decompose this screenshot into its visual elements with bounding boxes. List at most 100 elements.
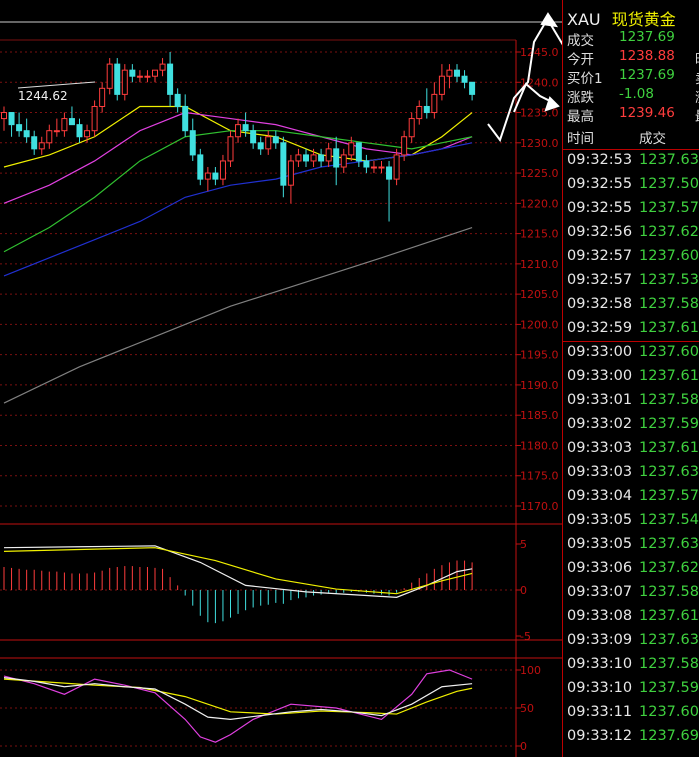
candle-body bbox=[182, 105, 189, 132]
candle-body bbox=[310, 154, 317, 162]
candle-body bbox=[144, 75, 151, 78]
candle-body bbox=[272, 136, 279, 144]
candle-body bbox=[136, 75, 143, 78]
candle-body bbox=[265, 136, 272, 150]
candlestick-series bbox=[1, 52, 476, 222]
tick-time: 09:33:11 bbox=[567, 704, 633, 720]
tick-price: 1237.60 bbox=[639, 344, 699, 360]
candle-body bbox=[363, 160, 370, 168]
candle-body bbox=[174, 93, 181, 107]
candle-body bbox=[454, 69, 460, 77]
tick-price: 1237.58 bbox=[639, 392, 699, 408]
price-tick-label: 1200.0 bbox=[520, 318, 559, 331]
tick-price: 1237.63 bbox=[639, 536, 699, 552]
high-price-annotation: 1244.62 bbox=[18, 89, 68, 103]
tick-price: 1237.63 bbox=[639, 152, 699, 168]
candle-body bbox=[204, 172, 211, 180]
tick-price: 1237.59 bbox=[639, 416, 699, 432]
price-tick-label: 1230.0 bbox=[520, 137, 559, 150]
price-axis: 1245.01240.01235.01230.01225.01220.01215… bbox=[515, 40, 559, 757]
quote-label: 买价1 bbox=[567, 71, 603, 87]
quote-extra-label: 卖 bbox=[695, 67, 699, 87]
candle-body bbox=[386, 166, 393, 180]
candle-body bbox=[68, 118, 75, 126]
tick-price: 1237.59 bbox=[639, 680, 699, 696]
symbol-code: XAU bbox=[567, 10, 601, 29]
tick-time: 09:33:05 bbox=[567, 536, 633, 552]
tick-price: 1237.62 bbox=[639, 560, 699, 576]
candle-body bbox=[227, 136, 234, 162]
candle-body bbox=[303, 154, 309, 162]
tick-time: 09:33:06 bbox=[567, 560, 633, 576]
macd-tick-label: 5 bbox=[520, 538, 527, 551]
tick-price: 1237.58 bbox=[639, 584, 699, 600]
candle-body bbox=[393, 154, 400, 180]
candle-body bbox=[431, 93, 438, 114]
candle-body bbox=[129, 69, 136, 77]
candle-body bbox=[378, 166, 385, 169]
symbol-name: 现货黄金 bbox=[611, 10, 676, 29]
candle-body bbox=[242, 124, 249, 132]
kdj-d-line bbox=[3, 678, 473, 715]
candle-body bbox=[280, 142, 287, 186]
candle-body bbox=[340, 154, 347, 168]
ticks-header-price: 成交 bbox=[639, 131, 666, 147]
tick-price: 1237.60 bbox=[639, 704, 699, 720]
candle-body bbox=[159, 63, 166, 71]
tick-time: 09:33:07 bbox=[567, 584, 633, 600]
candle-body bbox=[99, 87, 106, 107]
candle-body bbox=[197, 154, 204, 180]
candle-body bbox=[235, 124, 242, 138]
tick-time: 09:32:53 bbox=[567, 152, 633, 168]
tick-price: 1237.58 bbox=[639, 656, 699, 672]
candle-body bbox=[121, 69, 128, 95]
ticks-divider bbox=[563, 149, 699, 150]
candle-body bbox=[114, 63, 121, 95]
candle-body bbox=[189, 130, 196, 156]
candle-body bbox=[53, 130, 60, 133]
tick-time: 09:33:00 bbox=[567, 344, 633, 360]
candle-body bbox=[84, 130, 91, 138]
chart-area[interactable]: 1245.01240.01235.01230.01225.01220.01215… bbox=[0, 0, 562, 757]
quote-value: 1238.88 bbox=[619, 48, 675, 64]
tick-time: 09:33:03 bbox=[567, 464, 633, 480]
quote-label: 今开 bbox=[567, 52, 594, 68]
candle-body bbox=[408, 118, 415, 138]
tick-price: 1237.63 bbox=[639, 464, 699, 480]
ma-line bbox=[3, 142, 473, 277]
quote-value: 1237.69 bbox=[619, 67, 675, 83]
tick-price: 1237.50 bbox=[639, 176, 699, 192]
tick-time: 09:32:56 bbox=[567, 224, 633, 240]
candle-body bbox=[325, 148, 332, 162]
macd-panel: 5 0 -5 bbox=[0, 538, 531, 643]
candle-body bbox=[1, 112, 7, 120]
symbol-header: XAU 现货黄金 bbox=[567, 6, 676, 30]
quote-value: -1.08 bbox=[619, 86, 654, 102]
macd-tick-label: 0 bbox=[520, 584, 527, 597]
kdj-j-line bbox=[3, 669, 473, 743]
tick-price: 1237.61 bbox=[639, 440, 699, 456]
price-tick-label: 1185.0 bbox=[520, 409, 559, 422]
tick-time: 09:33:02 bbox=[567, 416, 633, 432]
candle-body bbox=[355, 142, 362, 162]
candle-body bbox=[401, 136, 408, 156]
price-tick-label: 1170.0 bbox=[520, 500, 559, 513]
tick-time: 09:33:01 bbox=[567, 392, 633, 408]
quote-extra-label: 最 bbox=[695, 105, 699, 125]
candle-body bbox=[318, 154, 325, 162]
candle-body bbox=[76, 124, 83, 138]
tick-price: 1237.58 bbox=[639, 296, 699, 312]
tick-time: 09:33:05 bbox=[567, 512, 633, 528]
tick-price: 1237.54 bbox=[639, 512, 699, 528]
price-tick-label: 1190.0 bbox=[520, 379, 559, 392]
candle-body bbox=[446, 69, 453, 77]
tick-price: 1237.53 bbox=[639, 272, 699, 288]
tick-time: 09:33:10 bbox=[567, 656, 633, 672]
candle-body bbox=[438, 75, 445, 95]
quote-extra-label: 昨 bbox=[695, 48, 699, 68]
price-tick-label: 1215.0 bbox=[520, 228, 559, 241]
main-chart-grid bbox=[0, 21, 562, 659]
candle-body bbox=[348, 142, 355, 156]
candle-body bbox=[370, 166, 377, 169]
kdj-tick-label: 50 bbox=[520, 702, 534, 715]
